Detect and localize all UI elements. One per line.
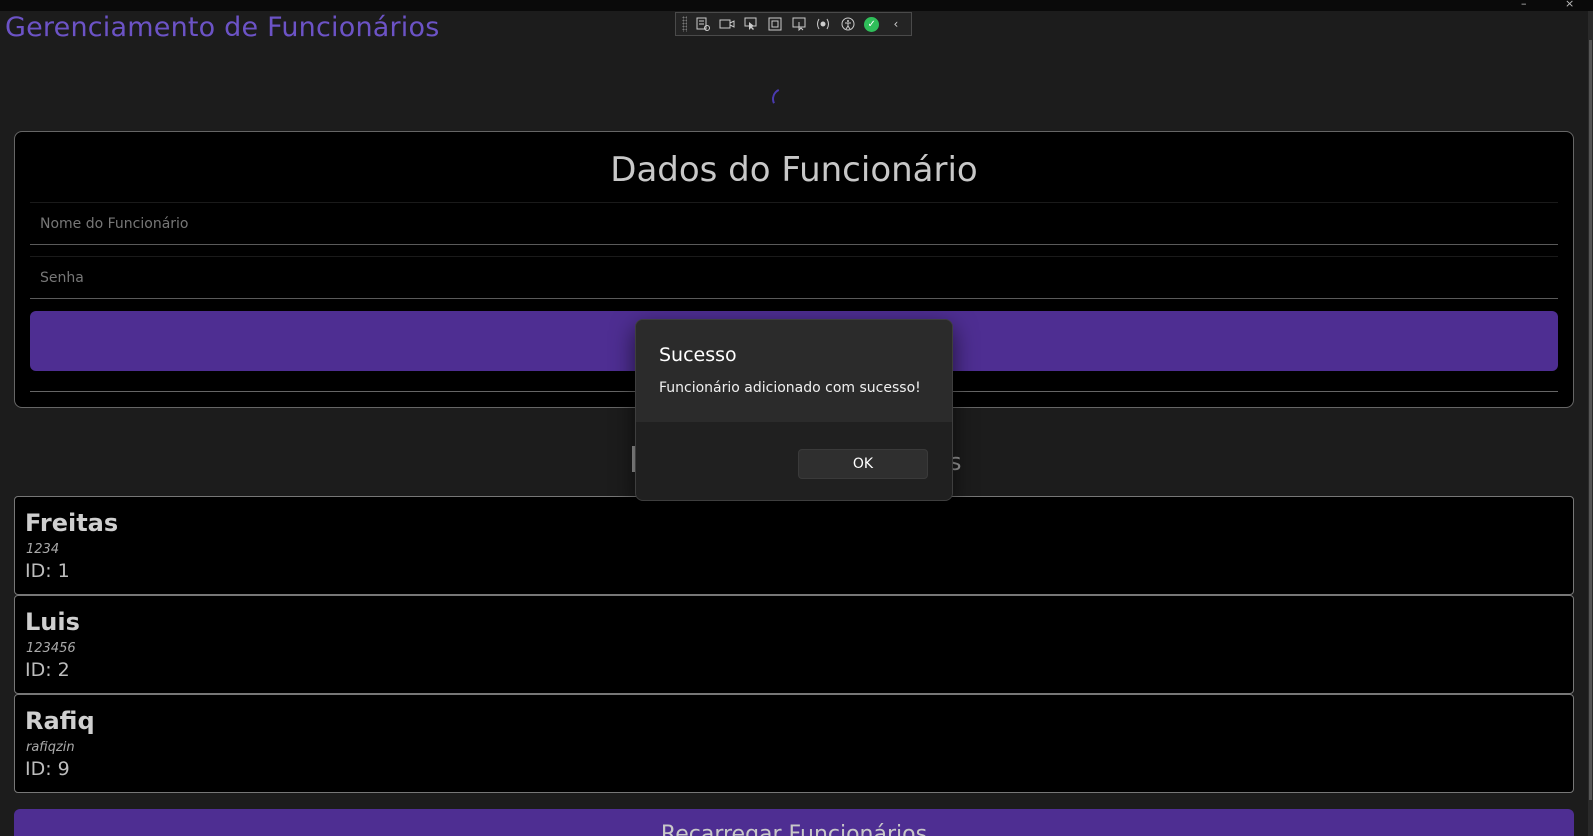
form-heading: Dados do Funcionário — [610, 150, 978, 190]
ok-button[interactable]: OK — [798, 449, 928, 479]
employee-id: ID: 9 — [25, 758, 70, 780]
record-icon[interactable] — [718, 15, 736, 33]
dialog-message: Funcionário adicionado com sucesso! — [659, 380, 921, 396]
dialog-title: Sucesso — [659, 344, 737, 366]
dialog-footer: OK — [636, 422, 952, 500]
employee-name: Luis — [25, 608, 80, 636]
window-title-bar: – × — [0, 0, 1593, 11]
employee-password: 1234 — [26, 542, 60, 557]
employee-card[interactable]: Freitas 1234 ID: 1 — [14, 496, 1574, 595]
employee-id: ID: 2 — [25, 659, 70, 681]
accessibility-icon[interactable] — [838, 15, 856, 33]
employee-password: 123456 — [26, 641, 76, 656]
track-focus-icon[interactable] — [790, 15, 808, 33]
minimize-button[interactable]: – — [1521, 0, 1527, 10]
employee-name-input[interactable] — [30, 202, 1558, 245]
close-button[interactable]: × — [1565, 0, 1574, 10]
collapse-chevron-icon[interactable]: ‹ — [887, 15, 905, 33]
employee-password: rafiqzin — [26, 740, 75, 755]
check-icon[interactable]: ✓ — [863, 15, 881, 33]
employee-name: Freitas — [25, 509, 119, 537]
toolbar-grip-icon[interactable] — [682, 16, 688, 32]
live-visual-tree-icon[interactable] — [693, 15, 711, 33]
devtools-toolbar: ✓ ‹ — [675, 12, 912, 36]
dialog-body: Sucesso Funcionário adicionado com suces… — [636, 320, 952, 422]
select-element-icon[interactable] — [742, 15, 760, 33]
loading-spinner-icon — [768, 84, 798, 114]
display-layout-adorners-icon[interactable] — [766, 15, 784, 33]
success-dialog: Sucesso Funcionário adicionado com suces… — [635, 319, 953, 501]
reload-employees-button[interactable]: Recarregar Funcionários — [14, 809, 1574, 836]
binding-failures-icon[interactable] — [814, 15, 832, 33]
password-input[interactable] — [30, 256, 1558, 299]
employee-id: ID: 1 — [25, 560, 70, 582]
app-title: Gerenciamento de Funcionários — [5, 12, 440, 43]
employee-name: Rafiq — [25, 707, 95, 735]
scrollbar-thumb[interactable] — [1589, 40, 1592, 800]
employee-card[interactable]: Rafiq rafiqzin ID: 9 — [14, 694, 1574, 793]
employee-card[interactable]: Luis 123456 ID: 2 — [14, 595, 1574, 694]
